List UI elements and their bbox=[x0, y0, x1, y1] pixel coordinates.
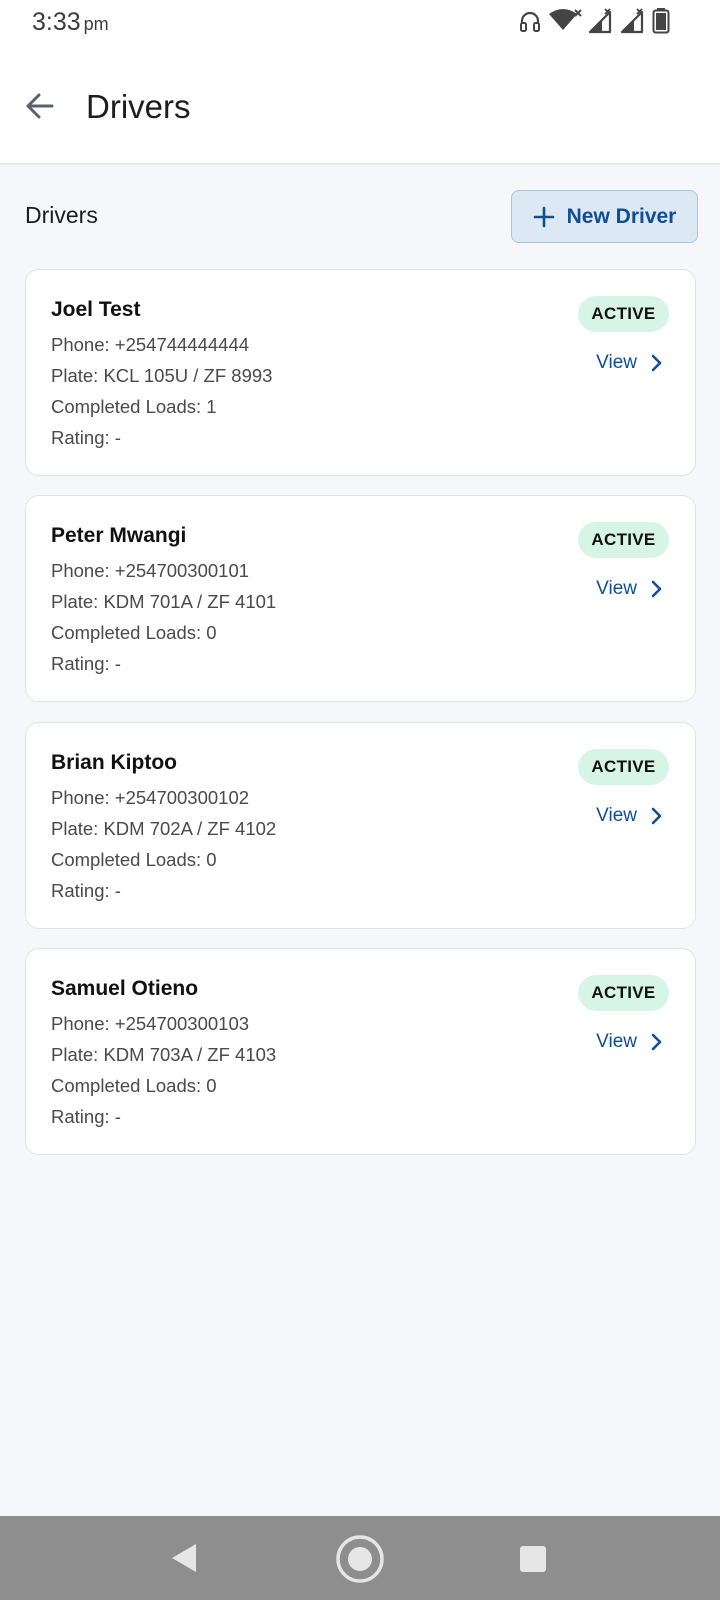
view-label: View bbox=[596, 1031, 637, 1052]
wifi-icon bbox=[549, 9, 582, 30]
driver-name: Peter Mwangi bbox=[51, 524, 187, 547]
driver-phone: Phone: +254700300102 bbox=[51, 787, 250, 808]
back-button[interactable] bbox=[20, 86, 60, 126]
driver-completed-loads: Completed Loads: 1 bbox=[51, 396, 217, 417]
status-badge: ACTIVE bbox=[578, 749, 669, 785]
view-driver-link[interactable]: View bbox=[596, 574, 663, 604]
status-time-value: 3:33 bbox=[32, 8, 81, 36]
driver-plate: Plate: KDM 701A / ZF 4101 bbox=[51, 591, 277, 612]
headphones-icon bbox=[520, 11, 540, 32]
driver-name: Brian Kiptoo bbox=[51, 751, 177, 774]
new-driver-button[interactable]: New Driver bbox=[511, 190, 698, 243]
view-label: View bbox=[596, 352, 637, 373]
driver-rating: Rating: - bbox=[51, 427, 121, 448]
driver-card: Joel Test Phone: +254744444444 Plate: KC… bbox=[25, 269, 696, 476]
view-label: View bbox=[596, 578, 637, 599]
chevron-right-icon bbox=[651, 580, 662, 598]
driver-phone: Phone: +254700300103 bbox=[51, 1013, 250, 1034]
driver-name: Samuel Otieno bbox=[51, 977, 199, 1000]
plus-icon bbox=[533, 206, 554, 227]
status-badge: ACTIVE bbox=[578, 296, 669, 332]
status-badge: ACTIVE bbox=[578, 975, 669, 1011]
signal-icon bbox=[620, 8, 644, 34]
home-circle-icon[interactable] bbox=[335, 1534, 385, 1584]
view-label: View bbox=[596, 805, 637, 826]
driver-name: Joel Test bbox=[51, 298, 141, 321]
chevron-right-icon bbox=[651, 1033, 662, 1051]
view-driver-link[interactable]: View bbox=[596, 348, 663, 378]
driver-completed-loads: Completed Loads: 0 bbox=[51, 849, 217, 870]
driver-card: Brian Kiptoo Phone: +254700300102 Plate:… bbox=[25, 722, 696, 929]
driver-completed-loads: Completed Loads: 0 bbox=[51, 622, 217, 643]
new-driver-label: New Driver bbox=[566, 204, 677, 228]
driver-plate: Plate: KDM 703A / ZF 4103 bbox=[51, 1044, 277, 1065]
status-bar: 3:33 pm bbox=[0, 0, 720, 46]
driver-completed-loads: Completed Loads: 0 bbox=[51, 1075, 217, 1096]
status-badge: ACTIVE bbox=[578, 522, 669, 558]
recents-square-icon[interactable] bbox=[519, 1545, 547, 1573]
driver-card: Peter Mwangi Phone: +254700300101 Plate:… bbox=[25, 495, 696, 702]
status-icons bbox=[518, 8, 670, 34]
page-title: Drivers bbox=[86, 88, 191, 125]
signal-icon bbox=[588, 8, 612, 34]
system-nav-bar bbox=[0, 1516, 720, 1600]
chevron-right-icon bbox=[651, 807, 662, 825]
section-title: Drivers bbox=[25, 202, 98, 228]
driver-rating: Rating: - bbox=[51, 1106, 121, 1127]
driver-phone: Phone: +254744444444 bbox=[51, 334, 250, 355]
view-driver-link[interactable]: View bbox=[596, 1027, 663, 1057]
driver-phone: Phone: +254700300101 bbox=[51, 560, 250, 581]
back-triangle-icon[interactable] bbox=[170, 1542, 198, 1574]
chevron-right-icon bbox=[651, 354, 662, 372]
status-time: 3:33 pm bbox=[32, 8, 109, 37]
battery-icon bbox=[652, 8, 670, 34]
driver-plate: Plate: KCL 105U / ZF 8993 bbox=[51, 365, 273, 386]
view-driver-link[interactable]: View bbox=[596, 801, 663, 831]
driver-rating: Rating: - bbox=[51, 653, 121, 674]
arrow-left-icon bbox=[26, 93, 54, 119]
status-time-ampm: pm bbox=[83, 14, 109, 34]
driver-card: Samuel Otieno Phone: +254700300103 Plate… bbox=[25, 948, 696, 1155]
driver-plate: Plate: KDM 702A / ZF 4102 bbox=[51, 818, 277, 839]
app-bar: Drivers bbox=[0, 46, 720, 164]
driver-rating: Rating: - bbox=[51, 880, 121, 901]
